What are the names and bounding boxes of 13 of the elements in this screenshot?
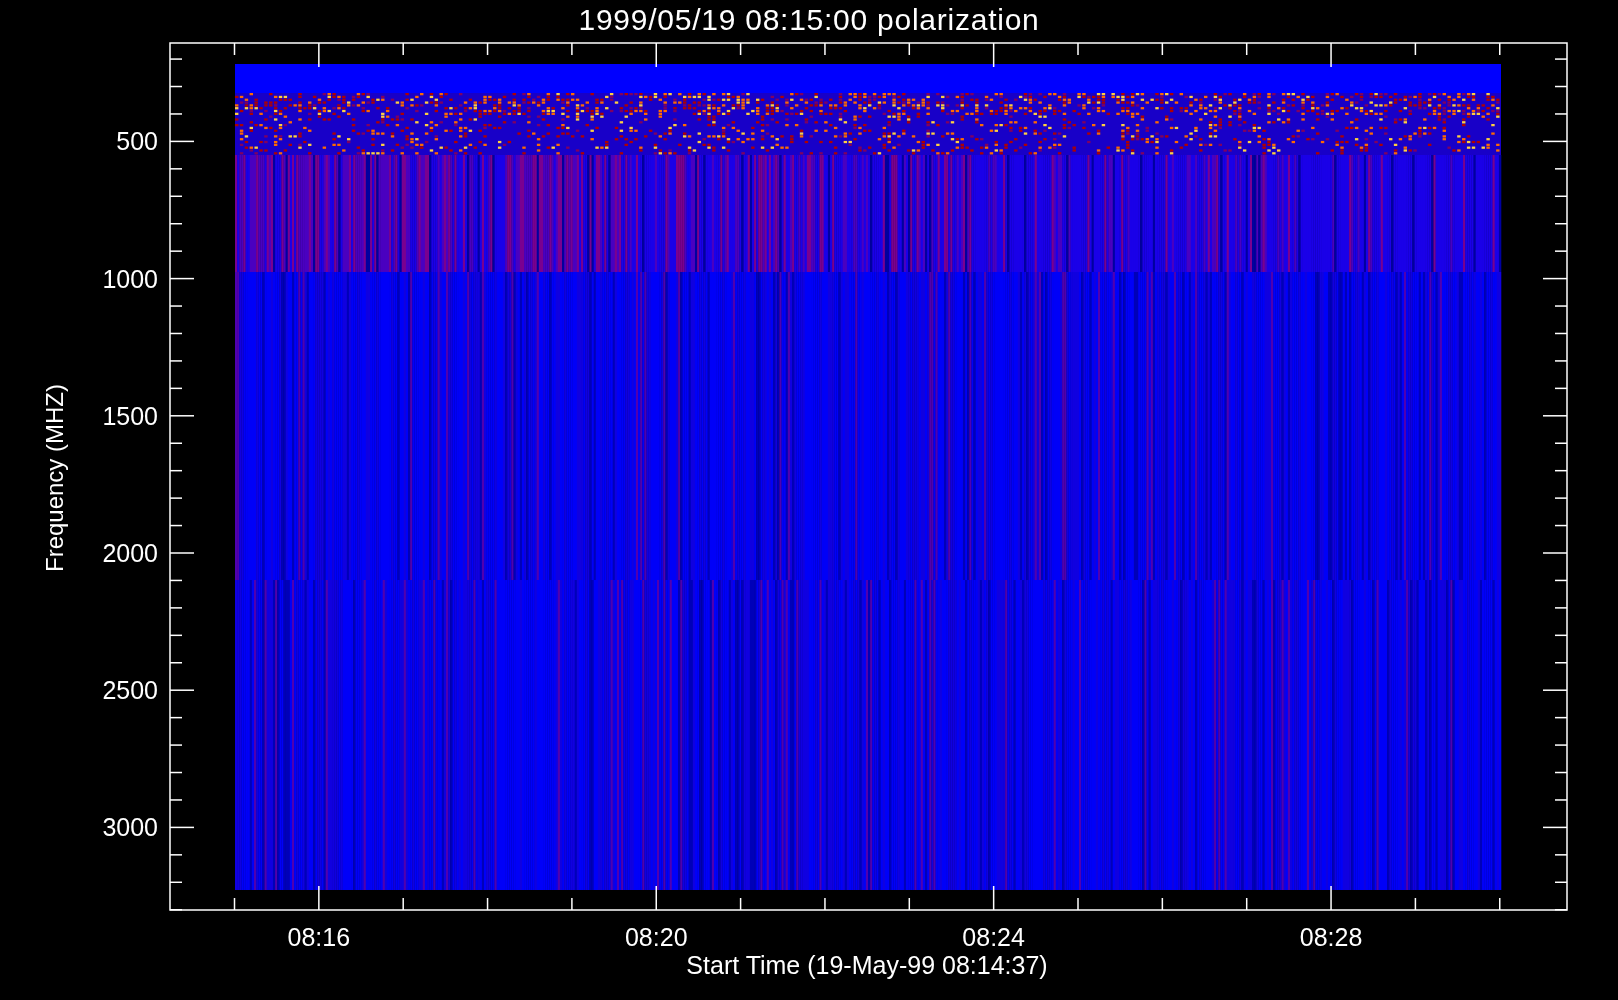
plot-title: 1999/05/19 08:15:00 polarization	[578, 2, 1040, 38]
x-tick-label: 08:16	[287, 923, 351, 951]
x-tick-label: 08:24	[962, 923, 1025, 951]
y-tick-label: 1500	[102, 401, 158, 430]
y-tick-label: 500	[116, 127, 158, 156]
y-tick-label: 2000	[102, 539, 158, 567]
y-tick-label: 1000	[102, 264, 158, 293]
y-tick-label: 3000	[102, 813, 158, 842]
y-axis-label: Frequency (MHZ)	[41, 384, 68, 572]
y-tick-label: 2500	[102, 676, 158, 705]
x-axis-label: Start Time (19-May-99 08:14:37)	[686, 951, 1048, 979]
x-tick-label: 08:28	[1299, 923, 1363, 951]
x-tick-label: 08:20	[624, 923, 688, 951]
